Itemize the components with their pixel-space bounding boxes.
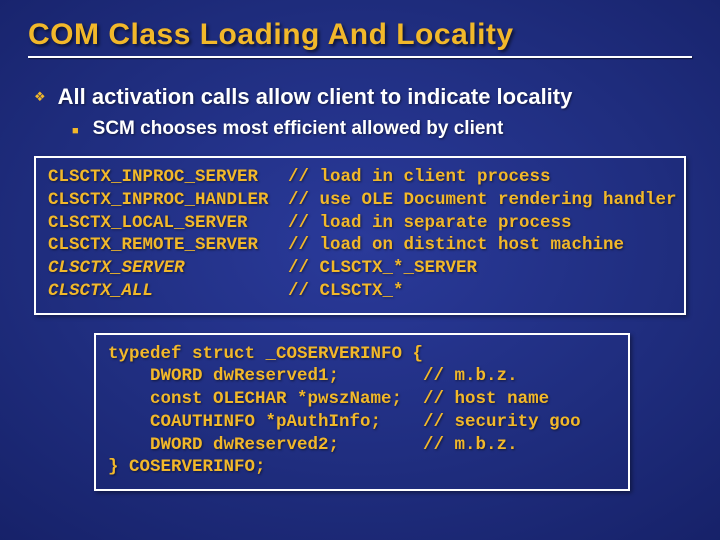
code-constant: CLSCTX_REMOTE_SERVER: [48, 234, 288, 257]
code-constant: CLSCTX_INPROC_HANDLER: [48, 189, 288, 212]
code-comment: // load in separate process: [288, 212, 572, 235]
title-underline: [28, 56, 692, 58]
code-block-clsctx: CLSCTX_INPROC_SERVER // load in client p…: [34, 156, 686, 315]
code-row: CLSCTX_SERVER // CLSCTX_*_SERVER: [48, 257, 672, 280]
code-comment: // CLSCTX_*: [288, 280, 404, 303]
code-line: } COSERVERINFO;: [108, 456, 616, 479]
square-bullet-icon: ■: [72, 125, 79, 137]
bullet-level-1: ❖ All activation calls allow client to i…: [34, 84, 692, 110]
code-comment: // load on distinct host machine: [288, 234, 624, 257]
code-comment: // CLSCTX_*_SERVER: [288, 257, 477, 280]
code-row: CLSCTX_INPROC_HANDLER // use OLE Documen…: [48, 189, 672, 212]
bullet-l2-text: SCM chooses most efficient allowed by cl…: [93, 118, 504, 140]
diamond-bullet-icon: ❖: [34, 89, 46, 105]
code-line: const OLECHAR *pwszName; // host name: [108, 388, 616, 411]
code-line: typedef struct _COSERVERINFO {: [108, 343, 616, 366]
code-comment: // load in client process: [288, 166, 551, 189]
slide: COM Class Loading And Locality ❖ All act…: [0, 0, 720, 540]
code-row: CLSCTX_REMOTE_SERVER // load on distinct…: [48, 234, 672, 257]
bullet-level-2: ■ SCM chooses most efficient allowed by …: [72, 118, 692, 140]
code-line: COAUTHINFO *pAuthInfo; // security goo: [108, 411, 616, 434]
code-row: CLSCTX_ALL // CLSCTX_*: [48, 280, 672, 303]
code-constant: CLSCTX_ALL: [48, 280, 288, 303]
code-row: CLSCTX_LOCAL_SERVER // load in separate …: [48, 212, 672, 235]
code-constant: CLSCTX_LOCAL_SERVER: [48, 212, 288, 235]
bullet-l1-text: All activation calls allow client to ind…: [58, 84, 573, 110]
code-comment: // use OLE Document rendering handler: [288, 189, 677, 212]
code-line: DWORD dwReserved1; // m.b.z.: [108, 365, 616, 388]
slide-title: COM Class Loading And Locality: [28, 18, 692, 52]
code-line: DWORD dwReserved2; // m.b.z.: [108, 434, 616, 457]
code-constant: CLSCTX_INPROC_SERVER: [48, 166, 288, 189]
code-block-struct: typedef struct _COSERVERINFO { DWORD dwR…: [94, 333, 630, 492]
code-row: CLSCTX_INPROC_SERVER // load in client p…: [48, 166, 672, 189]
code-constant: CLSCTX_SERVER: [48, 257, 288, 280]
